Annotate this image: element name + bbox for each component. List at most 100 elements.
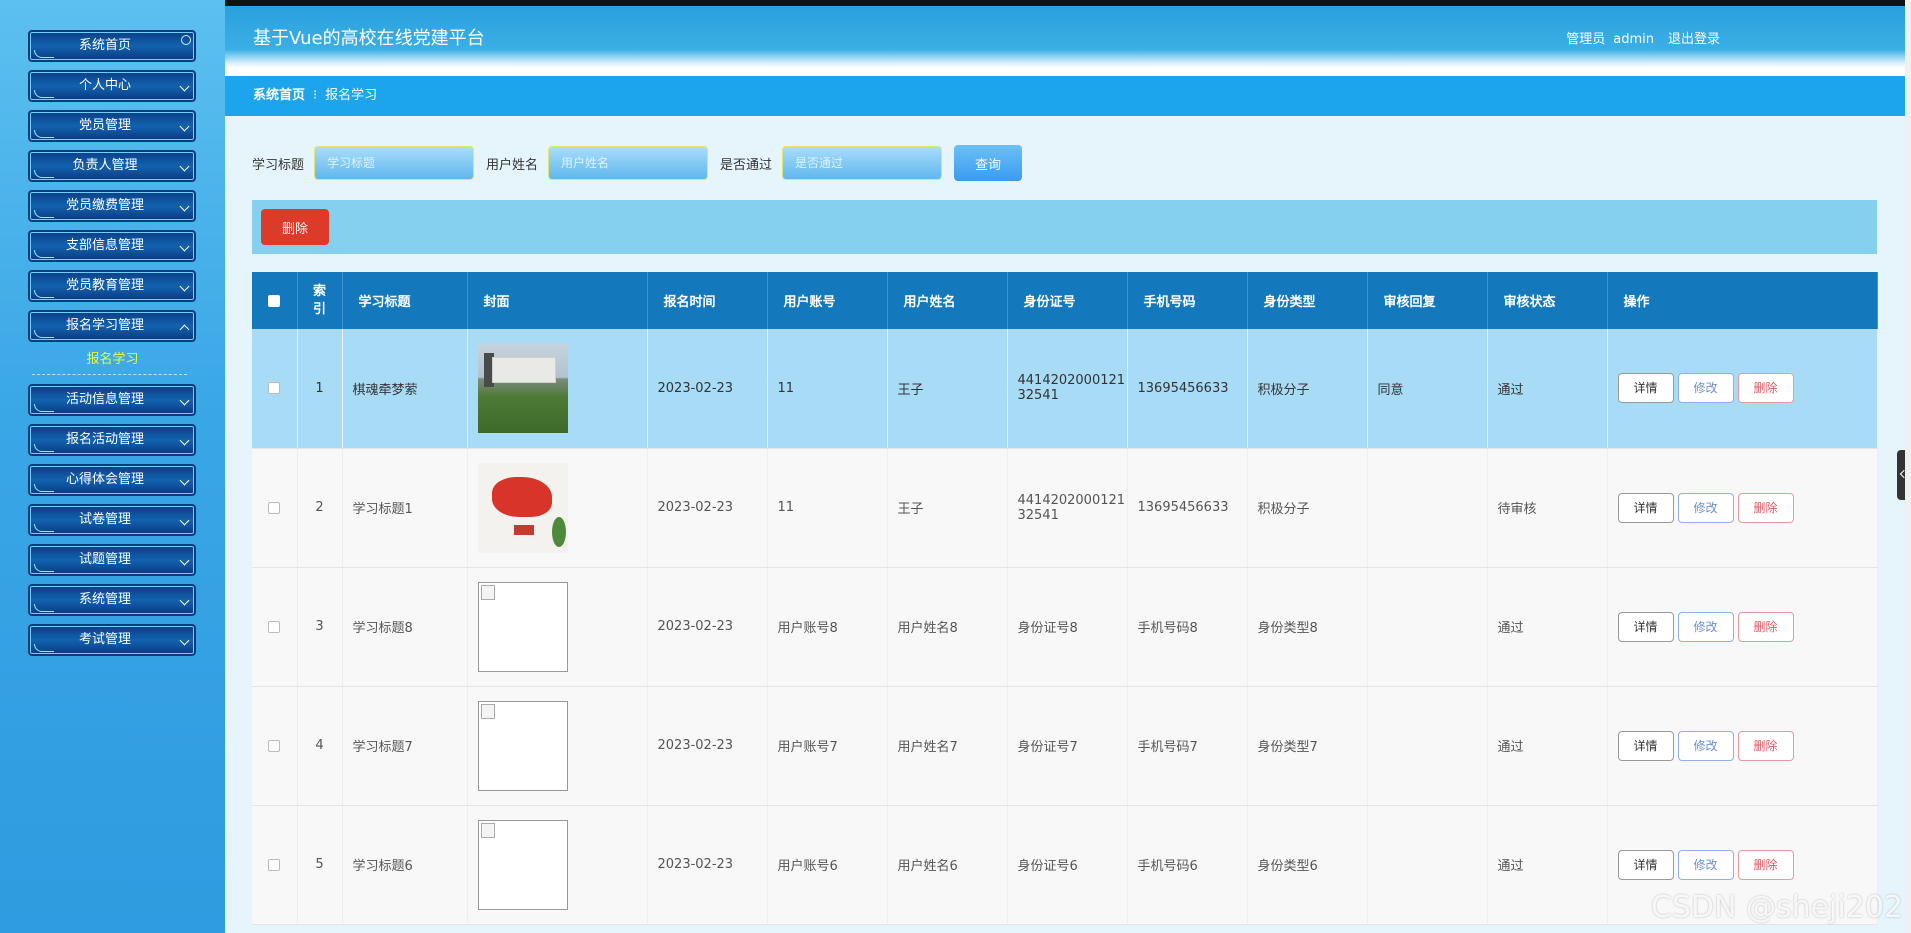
sidebar-item-members[interactable]: 党员管理 xyxy=(28,110,196,142)
sidebar-item-activities[interactable]: 活动信息管理 xyxy=(28,384,196,416)
header-status: 审核状态 xyxy=(1487,272,1608,329)
sidebar-item-label: 党员教育管理 xyxy=(65,278,144,293)
main-content: 学习标题 用户姓名 是否通过 查询 删除 索引 学习标题 封面 报名时间 xyxy=(225,116,1905,933)
sidebar-item-questions[interactable]: 试题管理 xyxy=(28,544,196,576)
row-checkbox[interactable] xyxy=(268,858,281,871)
row-checkbox[interactable] xyxy=(268,501,281,514)
delete-button[interactable]: 删除 xyxy=(1737,373,1794,404)
logout-link[interactable]: 退出登录 xyxy=(1668,32,1720,47)
edit-button[interactable]: 修改 xyxy=(1677,492,1734,523)
search-button[interactable]: 查询 xyxy=(954,145,1023,181)
ornament-icon xyxy=(34,330,54,338)
table-row[interactable]: 3 学习标题8 2023-02-23 用户账号8 用户姓名8 身份证号8 手机号… xyxy=(252,567,1878,687)
search-label-title: 学习标题 xyxy=(252,157,305,173)
sidebar-item-label: 支部信息管理 xyxy=(65,238,144,253)
row-checkbox[interactable] xyxy=(268,739,281,752)
table-row[interactable]: 1 棋魂牵梦萦 2023-02-23 11 王子 4414202000121 32… xyxy=(252,329,1878,449)
cell-cover xyxy=(467,448,648,568)
delete-button[interactable]: 删除 xyxy=(1737,611,1794,642)
sidebar-item-papers[interactable]: 试卷管理 xyxy=(28,504,196,536)
header-account: 用户账号 xyxy=(767,272,888,329)
delete-button[interactable]: 删除 xyxy=(1737,849,1794,880)
sidebar-item-home[interactable]: 系统首页 xyxy=(28,30,196,62)
chevron-down-icon xyxy=(179,81,190,92)
edit-button[interactable]: 修改 xyxy=(1677,611,1734,642)
cell-reply xyxy=(1367,686,1488,806)
cell-time: 2023-02-23 xyxy=(647,448,768,568)
cell-time: 2023-02-23 xyxy=(647,805,768,925)
sidebar-item-education[interactable]: 党员教育管理 xyxy=(28,270,196,302)
edit-button[interactable]: 修改 xyxy=(1677,730,1734,761)
table-row[interactable]: 4 学习标题7 2023-02-23 用户账号7 用户姓名7 身份证号7 手机号… xyxy=(252,686,1878,806)
cell-title: 学习标题7 xyxy=(342,686,468,806)
cell-status: 待审核 xyxy=(1487,448,1608,568)
cell-type: 身份类型7 xyxy=(1247,686,1368,806)
chevron-down-icon xyxy=(179,515,190,526)
breadcrumb-home[interactable]: 系统首页 xyxy=(253,88,305,103)
sidebar-item-label: 负责人管理 xyxy=(72,158,138,173)
detail-button[interactable]: 详情 xyxy=(1617,611,1674,642)
header-reply: 审核回复 xyxy=(1367,272,1488,329)
sidebar-item-exams[interactable]: 考试管理 xyxy=(28,624,196,656)
cell-index: 2 xyxy=(297,448,343,568)
batch-delete-button[interactable]: 删除 xyxy=(261,209,329,245)
sidebar-item-label: 党员管理 xyxy=(78,118,131,133)
sidebar-item-label: 报名活动管理 xyxy=(65,432,144,447)
sidebar-item-system[interactable]: 系统管理 xyxy=(28,584,196,616)
cell-ops: 详情 修改 删除 xyxy=(1607,567,1878,687)
ornament-icon xyxy=(34,604,54,612)
edit-button[interactable]: 修改 xyxy=(1677,849,1734,880)
detail-button[interactable]: 详情 xyxy=(1617,492,1674,523)
delete-button[interactable]: 删除 xyxy=(1737,730,1794,761)
sidebar-item-reflections[interactable]: 心得体会管理 xyxy=(28,464,196,496)
cell-reply xyxy=(1367,567,1488,687)
sidebar-item-study-signup[interactable]: 报名学习管理 xyxy=(28,310,196,342)
search-bar: 学习标题 用户姓名 是否通过 查询 xyxy=(252,145,1023,181)
edit-button[interactable]: 修改 xyxy=(1677,373,1734,404)
sidebar-item-profile[interactable]: 个人中心 xyxy=(28,70,196,102)
action-bar: 删除 xyxy=(252,200,1877,254)
id-line-2: 32541 xyxy=(1017,507,1059,523)
cell-reply: 同意 xyxy=(1367,329,1488,449)
table-row[interactable]: 5 学习标题6 2023-02-23 用户账号6 用户姓名6 身份证号6 手机号… xyxy=(252,805,1878,925)
broken-image-icon xyxy=(477,819,568,910)
row-checkbox[interactable] xyxy=(268,620,281,633)
ornament-icon xyxy=(34,404,54,412)
table-row[interactable]: 2 学习标题1 2023-02-23 11 王子 4414202000121 32… xyxy=(252,448,1878,568)
search-input-username[interactable] xyxy=(548,146,709,180)
scrollbar[interactable] xyxy=(1905,0,1911,933)
cell-account: 用户账号8 xyxy=(767,567,888,687)
cell-name: 用户姓名8 xyxy=(887,567,1008,687)
cell-time: 2023-02-23 xyxy=(647,329,768,449)
ornament-icon xyxy=(34,250,54,258)
detail-button[interactable]: 详情 xyxy=(1617,849,1674,880)
cell-id: 身份证号6 xyxy=(1007,805,1128,925)
ornament-icon xyxy=(34,564,54,572)
cell-index: 4 xyxy=(297,686,343,806)
cell-status: 通过 xyxy=(1487,686,1608,806)
ornament-icon xyxy=(34,50,54,58)
submenu-study-signup: 报名学习 xyxy=(0,346,225,382)
cell-cover xyxy=(467,329,648,449)
cover-image xyxy=(477,343,568,434)
submenu-item-study[interactable]: 报名学习 xyxy=(0,346,225,374)
cell-time: 2023-02-23 xyxy=(647,567,768,687)
select-all-checkbox[interactable] xyxy=(268,294,281,307)
delete-button[interactable]: 删除 xyxy=(1737,492,1794,523)
sidebar-item-branch[interactable]: 支部信息管理 xyxy=(28,230,196,262)
header-index: 索引 xyxy=(297,272,343,329)
search-input-passed[interactable] xyxy=(782,146,943,180)
sidebar-item-fees[interactable]: 党员缴费管理 xyxy=(28,190,196,222)
row-checkbox[interactable] xyxy=(268,382,281,395)
leaf-shape xyxy=(551,516,566,547)
sidebar-item-label: 考试管理 xyxy=(78,632,131,647)
detail-button[interactable]: 详情 xyxy=(1617,373,1674,404)
cell-status: 通过 xyxy=(1487,329,1608,449)
app-title: 基于Vue的高校在线党建平台 xyxy=(253,28,485,49)
search-input-title[interactable] xyxy=(314,146,475,180)
detail-button[interactable]: 详情 xyxy=(1617,730,1674,761)
chevron-down-icon xyxy=(179,241,190,252)
sidebar-item-managers[interactable]: 负责人管理 xyxy=(28,150,196,182)
sidebar-item-activity-signup[interactable]: 报名活动管理 xyxy=(28,424,196,456)
watermark: CSDN @sheji202 xyxy=(1650,890,1903,925)
